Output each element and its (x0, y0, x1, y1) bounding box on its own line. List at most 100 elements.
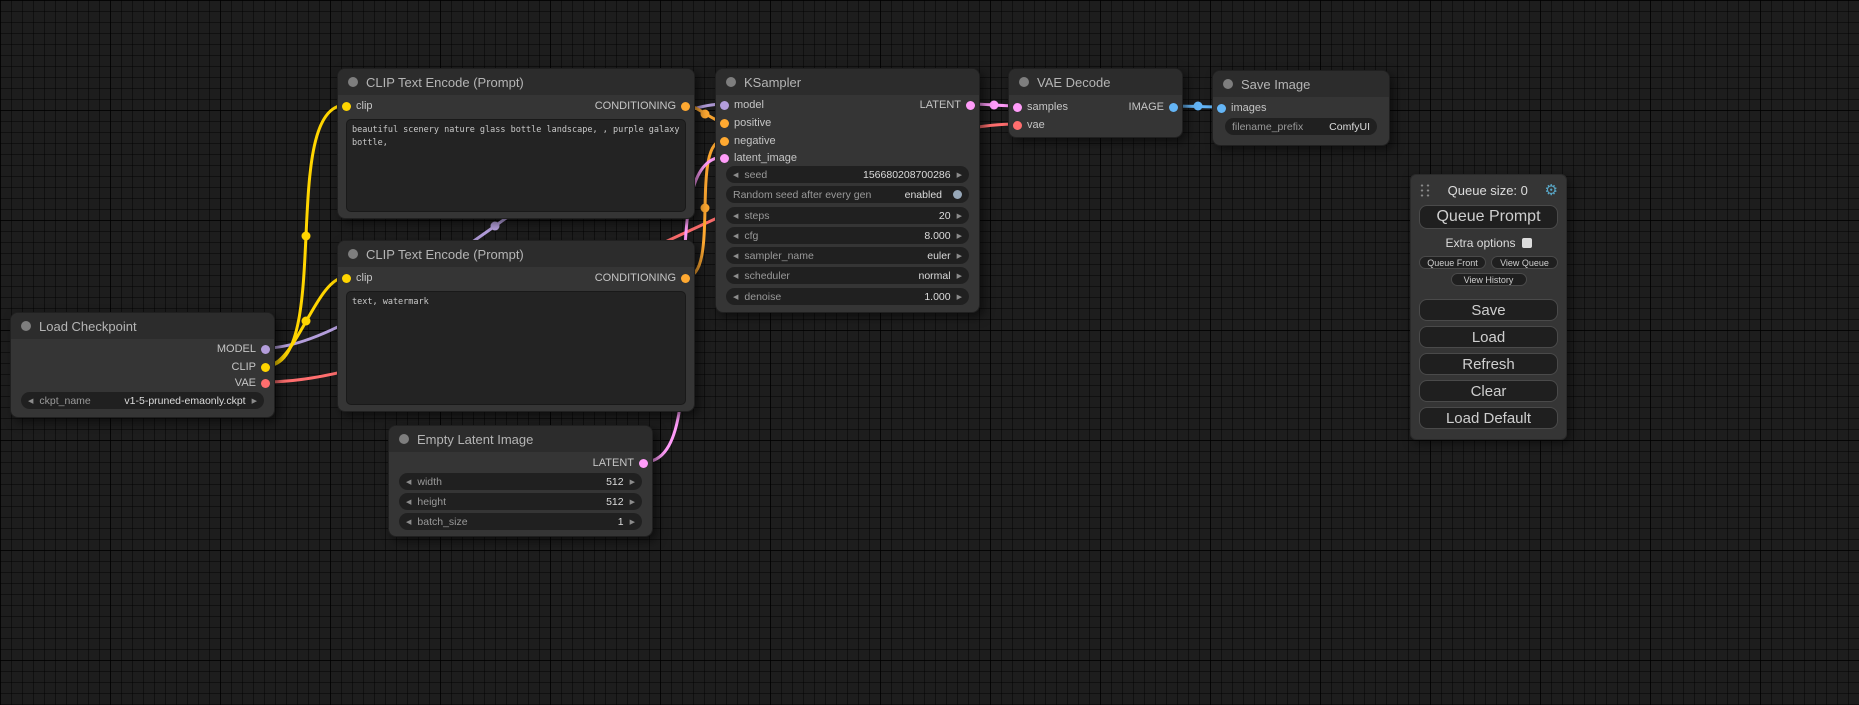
decrement-arrow-icon[interactable]: ◀ (733, 293, 738, 301)
decrement-arrow-icon[interactable]: ◀ (733, 171, 738, 179)
prompt-text-area[interactable]: beautiful scenery nature glass bottle la… (346, 119, 686, 212)
output-port-latent[interactable]: LATENT (920, 98, 975, 112)
increment-arrow-icon[interactable]: ▶ (630, 498, 635, 506)
decrement-arrow-icon[interactable]: ◀ (28, 397, 33, 405)
queue-prompt-button[interactable]: Queue Prompt (1419, 205, 1558, 229)
node-title-bar[interactable]: KSampler (716, 69, 979, 95)
collapse-dot-icon[interactable] (348, 249, 358, 259)
increment-arrow-icon[interactable]: ▶ (957, 232, 962, 240)
toggle-indicator-icon[interactable] (953, 190, 962, 199)
load-button[interactable]: Load (1419, 326, 1558, 348)
view-queue-button[interactable]: View Queue (1491, 256, 1558, 269)
input-port-clip[interactable]: clip (342, 271, 373, 285)
vae-port-dot-icon[interactable] (1013, 121, 1022, 130)
node-title-bar[interactable]: CLIP Text Encode (Prompt) (338, 241, 694, 267)
increment-arrow-icon[interactable]: ▶ (252, 397, 257, 405)
increment-arrow-icon[interactable]: ▶ (630, 518, 635, 526)
ckpt-name-widget[interactable]: ◀ ckpt_name v1-5-pruned-emaonly.ckpt ▶ (21, 392, 264, 409)
output-port-model[interactable]: MODEL (217, 342, 270, 356)
collapse-dot-icon[interactable] (21, 321, 31, 331)
node-title-bar[interactable]: Empty Latent Image (389, 426, 652, 452)
clip-port-dot-icon[interactable] (342, 102, 351, 111)
node-clip-text-encode-positive[interactable]: CLIP Text Encode (Prompt) clip CONDITION… (337, 68, 695, 219)
settings-gear-icon[interactable]: ⚙ (1545, 181, 1558, 199)
view-history-button[interactable]: View History (1451, 273, 1527, 286)
sampler-name-widget[interactable]: ◀ sampler_name euler ▶ (726, 247, 969, 264)
input-port-positive[interactable]: positive (720, 116, 771, 130)
decrement-arrow-icon[interactable]: ◀ (733, 252, 738, 260)
prompt-text-area[interactable]: text, watermark (346, 291, 686, 405)
image-port-dot-icon[interactable] (1217, 104, 1226, 113)
denoise-widget[interactable]: ◀ denoise 1.000 ▶ (726, 288, 969, 305)
clear-button[interactable]: Clear (1419, 380, 1558, 402)
clip-port-dot-icon[interactable] (342, 274, 351, 283)
drag-handle-icon[interactable] (1419, 183, 1431, 198)
node-vae-decode[interactable]: VAE Decode samples vae IMAGE (1008, 68, 1183, 138)
batch-size-widget[interactable]: ◀ batch_size 1 ▶ (399, 513, 642, 530)
decrement-arrow-icon[interactable]: ◀ (733, 232, 738, 240)
image-port-dot-icon[interactable] (1169, 103, 1178, 112)
increment-arrow-icon[interactable]: ▶ (957, 212, 962, 220)
input-port-clip[interactable]: clip (342, 99, 373, 113)
width-widget[interactable]: ◀ width 512 ▶ (399, 473, 642, 490)
node-title-bar[interactable]: Save Image (1213, 71, 1389, 97)
output-port-image[interactable]: IMAGE (1129, 100, 1178, 114)
graph-canvas[interactable]: Load Checkpoint MODEL CLIP VAE ◀ ckpt_na… (0, 0, 1859, 705)
input-port-images[interactable]: images (1217, 101, 1266, 115)
decrement-arrow-icon[interactable]: ◀ (733, 272, 738, 280)
node-load-checkpoint[interactable]: Load Checkpoint MODEL CLIP VAE ◀ ckpt_na… (10, 312, 275, 418)
conditioning-port-dot-icon[interactable] (720, 119, 729, 128)
increment-arrow-icon[interactable]: ▶ (630, 478, 635, 486)
collapse-dot-icon[interactable] (348, 77, 358, 87)
decrement-arrow-icon[interactable]: ◀ (406, 478, 411, 486)
node-title-bar[interactable]: CLIP Text Encode (Prompt) (338, 69, 694, 95)
collapse-dot-icon[interactable] (399, 434, 409, 444)
model-port-dot-icon[interactable] (261, 345, 270, 354)
conditioning-port-dot-icon[interactable] (681, 274, 690, 283)
filename-prefix-widget[interactable]: filename_prefix ComfyUI (1225, 118, 1377, 135)
model-port-dot-icon[interactable] (720, 101, 729, 110)
conditioning-port-dot-icon[interactable] (681, 102, 690, 111)
collapse-dot-icon[interactable] (1223, 79, 1233, 89)
seed-widget[interactable]: ◀ seed 156680208700286 ▶ (726, 166, 969, 183)
node-empty-latent-image[interactable]: Empty Latent Image LATENT ◀ width 512 ▶ … (388, 425, 653, 537)
collapse-dot-icon[interactable] (1019, 77, 1029, 87)
clip-port-dot-icon[interactable] (261, 363, 270, 372)
output-port-conditioning[interactable]: CONDITIONING (595, 99, 690, 113)
load-default-button[interactable]: Load Default (1419, 407, 1558, 429)
node-ksampler[interactable]: KSampler model positive negative latent_… (715, 68, 980, 313)
increment-arrow-icon[interactable]: ▶ (957, 272, 962, 280)
vae-port-dot-icon[interactable] (261, 379, 270, 388)
latent-port-dot-icon[interactable] (720, 154, 729, 163)
cfg-widget[interactable]: ◀ cfg 8.000 ▶ (726, 227, 969, 244)
node-clip-text-encode-negative[interactable]: CLIP Text Encode (Prompt) clip CONDITION… (337, 240, 695, 412)
output-port-latent[interactable]: LATENT (593, 456, 648, 470)
input-port-model[interactable]: model (720, 98, 764, 112)
random-seed-toggle-widget[interactable]: Random seed after every gen enabled (726, 186, 969, 203)
scheduler-widget[interactable]: ◀ scheduler normal ▶ (726, 267, 969, 284)
decrement-arrow-icon[interactable]: ◀ (733, 212, 738, 220)
input-port-negative[interactable]: negative (720, 134, 776, 148)
save-button[interactable]: Save (1419, 299, 1558, 321)
output-port-vae[interactable]: VAE (235, 376, 270, 390)
latent-port-dot-icon[interactable] (639, 459, 648, 468)
input-port-latent-image[interactable]: latent_image (720, 151, 797, 165)
node-save-image[interactable]: Save Image images filename_prefix ComfyU… (1212, 70, 1390, 146)
steps-widget[interactable]: ◀ steps 20 ▶ (726, 207, 969, 224)
decrement-arrow-icon[interactable]: ◀ (406, 498, 411, 506)
latent-port-dot-icon[interactable] (1013, 103, 1022, 112)
height-widget[interactable]: ◀ height 512 ▶ (399, 493, 642, 510)
increment-arrow-icon[interactable]: ▶ (957, 171, 962, 179)
node-title-bar[interactable]: VAE Decode (1009, 69, 1182, 95)
output-port-clip[interactable]: CLIP (232, 360, 270, 374)
conditioning-port-dot-icon[interactable] (720, 137, 729, 146)
output-port-conditioning[interactable]: CONDITIONING (595, 271, 690, 285)
input-port-samples[interactable]: samples (1013, 100, 1068, 114)
decrement-arrow-icon[interactable]: ◀ (406, 518, 411, 526)
input-port-vae[interactable]: vae (1013, 118, 1045, 132)
collapse-dot-icon[interactable] (726, 77, 736, 87)
extra-options-checkbox[interactable] (1522, 238, 1532, 248)
queue-front-button[interactable]: Queue Front (1419, 256, 1486, 269)
increment-arrow-icon[interactable]: ▶ (957, 293, 962, 301)
increment-arrow-icon[interactable]: ▶ (957, 252, 962, 260)
